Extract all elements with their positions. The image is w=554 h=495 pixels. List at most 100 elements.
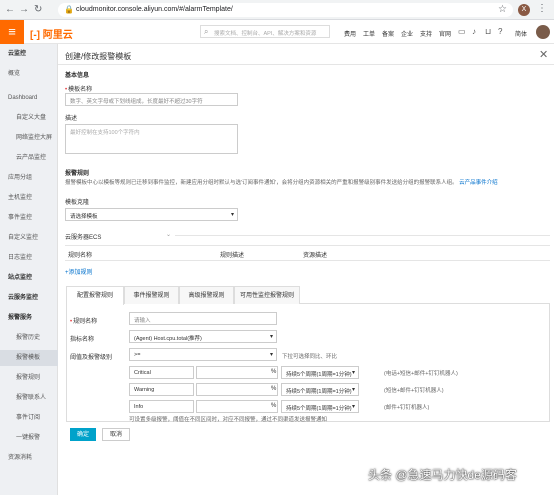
alarm-rules-description: 报警模板中心以模板等规则已迁移到事件监控，新建应用分组时默认与选'订阅事件通知'… — [65, 180, 498, 186]
sidebar-item[interactable]: 报警服务 — [0, 310, 58, 326]
reload-icon[interactable]: ↻ — [34, 4, 42, 16]
browser-toolbar: ← → ↻ 🔒 cloudmonitor.console.aliyun.com/… — [0, 0, 554, 20]
sidebar-item[interactable]: 报警规则 — [0, 370, 58, 386]
nav-website[interactable]: 官网 — [439, 29, 451, 38]
aliyun-logo[interactable]: [-] 阿里云 — [30, 26, 73, 41]
critical-threshold-input[interactable] — [196, 366, 278, 379]
tab-config-rule[interactable]: 配置报警规则 — [66, 286, 124, 305]
cart-icon[interactable]: ⊔ — [485, 27, 491, 36]
sidebar-item[interactable]: 报警历史 — [0, 330, 58, 346]
collapse-chevron-icon[interactable]: ⌄ — [166, 231, 171, 238]
search-placeholder: 搜索文档、控制台、API、解决方案和资源 — [214, 31, 317, 37]
sidebar-item[interactable]: 网络监控大屏 — [0, 130, 58, 146]
nav-tickets[interactable]: 工单 — [363, 29, 375, 38]
template-clone-select[interactable]: 请选择模板 ▾ — [65, 208, 238, 221]
threshold-label: 阈值及报警级别 — [70, 355, 113, 361]
add-rule-link[interactable]: +添加规则 — [65, 267, 93, 276]
sidebar-item[interactable]: 云服务监控 — [0, 290, 58, 306]
service-divider — [175, 235, 550, 236]
tab-availability-rule[interactable]: 可用性监控报警规则 — [234, 286, 300, 304]
level-critical: Critical — [129, 366, 194, 379]
description-textarea[interactable]: 最好控制在支持100个字符内 — [65, 124, 238, 154]
description-label: 描述 — [65, 116, 78, 122]
sidebar-item[interactable]: 事件监控 — [0, 210, 58, 226]
warning-notify: (短信+邮件+钉钉机器人) — [384, 388, 444, 394]
sidebar-item[interactable]: 站点监控 — [0, 270, 58, 286]
levels-hint: 可设置多级报警，阈值在不同区间时，对应不同报警，通过不同渠道发送报警通知 — [129, 417, 328, 423]
table-bottom-line — [65, 260, 550, 261]
terminal-icon[interactable]: ▭ — [458, 27, 466, 36]
menu-icon[interactable]: ≡ — [0, 20, 24, 44]
forward-icon[interactable]: → — [19, 4, 29, 16]
lock-icon: 🔒 — [64, 5, 74, 14]
chevron-down-icon: ▾ — [269, 352, 273, 358]
sidebar-item[interactable]: 报警联系人 — [0, 390, 58, 406]
language-switch[interactable]: 简体 — [515, 29, 527, 38]
sidebar-item[interactable]: Dashboard — [0, 90, 58, 106]
metric-name-label: 指标名称 — [70, 337, 95, 343]
tab-event-rule[interactable]: 事件报警规则 — [124, 286, 179, 304]
panel-title: 创建/修改报警模板 — [65, 52, 132, 61]
search-icon: ⌕ — [204, 27, 209, 36]
template-name-input[interactable]: 数字、英文字母或下划线组成，长度最好不超过30字符 — [65, 93, 238, 106]
sidebar-item[interactable]: 云产品监控 — [0, 150, 58, 166]
sidebar-item[interactable]: 一键报警 — [0, 430, 58, 446]
sidebar-item[interactable]: 报警模板 — [0, 350, 58, 366]
search-input[interactable]: ⌕ 搜索文档、控制台、API、解决方案和资源 — [200, 25, 330, 38]
alarm-rules-heading: 报警规则 — [65, 171, 90, 177]
user-avatar[interactable] — [536, 25, 550, 39]
chevron-down-icon: ▾ — [351, 370, 355, 376]
comparator-select[interactable]: >= ▾ — [129, 348, 277, 361]
bookmark-star-icon[interactable]: ☆ — [498, 4, 507, 15]
nav-enterprise[interactable]: 企业 — [401, 29, 413, 38]
info-threshold-input[interactable] — [196, 400, 278, 413]
help-icon[interactable]: ? — [498, 27, 502, 36]
col-rule-desc: 规则描述 — [220, 253, 245, 259]
warning-threshold-input[interactable] — [196, 383, 278, 396]
sidebar-item[interactable]: 日志监控 — [0, 250, 58, 266]
nav-fees[interactable]: 费用 — [344, 29, 356, 38]
tab-advanced-rule[interactable]: 高级报警规则 — [179, 286, 234, 304]
col-rule-name: 规则名称 — [68, 253, 93, 259]
sidebar-item[interactable]: 资源消耗 — [0, 450, 58, 466]
rule-tabs: 配置报警规则 事件报警规则 高级报警规则 可用性监控报警规则 — [66, 286, 550, 305]
critical-period-select[interactable]: 持续5个周期(1周期=1分钟) ▾ — [281, 366, 359, 379]
watermark: 头条 @急速马力快de源码客 — [368, 468, 517, 482]
close-icon[interactable]: ✕ — [539, 48, 548, 61]
console-header: ≡ [-] 阿里云 ⌕ 搜索文档、控制台、API、解决方案和资源 费用 工单 备… — [0, 20, 554, 44]
comparator-hint: 下拉可选择同比、环比 — [282, 354, 338, 360]
sidebar-item[interactable]: 应用分组 — [0, 170, 58, 186]
bell-icon[interactable]: ♪ — [472, 27, 476, 36]
rule-name-input[interactable]: 请输入 — [129, 312, 277, 325]
chevron-down-icon: ▾ — [351, 404, 355, 410]
cancel-button[interactable]: 取消 — [102, 428, 130, 441]
nav-filing[interactable]: 备案 — [382, 29, 394, 38]
sidebar-item[interactable]: 概览 — [0, 66, 58, 82]
level-warning: Warning — [129, 383, 194, 396]
sidebar-item[interactable]: 云监控 — [0, 46, 58, 62]
sidebar-item[interactable]: 事件订阅 — [0, 410, 58, 426]
address-bar[interactable]: 🔒 cloudmonitor.console.aliyun.com/#/alar… — [58, 3, 513, 17]
chevron-down-icon: ▾ — [269, 334, 273, 340]
level-info: Info — [129, 400, 194, 413]
browser-menu-icon[interactable]: ⋮ — [537, 3, 547, 14]
info-period-select[interactable]: 持续5个周期(1周期=1分钟) ▾ — [281, 400, 359, 413]
template-name-label: •模板名称 — [65, 87, 93, 93]
profile-avatar[interactable]: X — [518, 4, 530, 16]
address-url: cloudmonitor.console.aliyun.com/#/alarmT… — [76, 6, 233, 13]
rule-name-label: •规则名称 — [70, 319, 98, 325]
back-icon[interactable]: ← — [5, 4, 15, 16]
sidebar-item[interactable]: 主机监控 — [0, 190, 58, 206]
sidebar-item[interactable]: 自定义大盘 — [0, 110, 58, 126]
product-event-link[interactable]: 云产品事件介绍 — [459, 180, 498, 186]
nav-support[interactable]: 支持 — [420, 29, 432, 38]
critical-unit: % — [271, 369, 277, 375]
critical-notify: (电话+短信+邮件+钉钉机器人) — [384, 371, 458, 377]
warning-unit: % — [271, 386, 277, 392]
ok-button[interactable]: 确定 — [70, 428, 96, 441]
metric-select[interactable]: (Agent) Host.cpu.total(推荐) ▾ — [129, 330, 277, 343]
chevron-down-icon: ▾ — [351, 387, 355, 393]
warning-period-select[interactable]: 持续5个周期(1周期=1分钟) ▾ — [281, 383, 359, 396]
sidebar-item[interactable]: 自定义监控 — [0, 230, 58, 246]
title-divider — [58, 64, 554, 65]
